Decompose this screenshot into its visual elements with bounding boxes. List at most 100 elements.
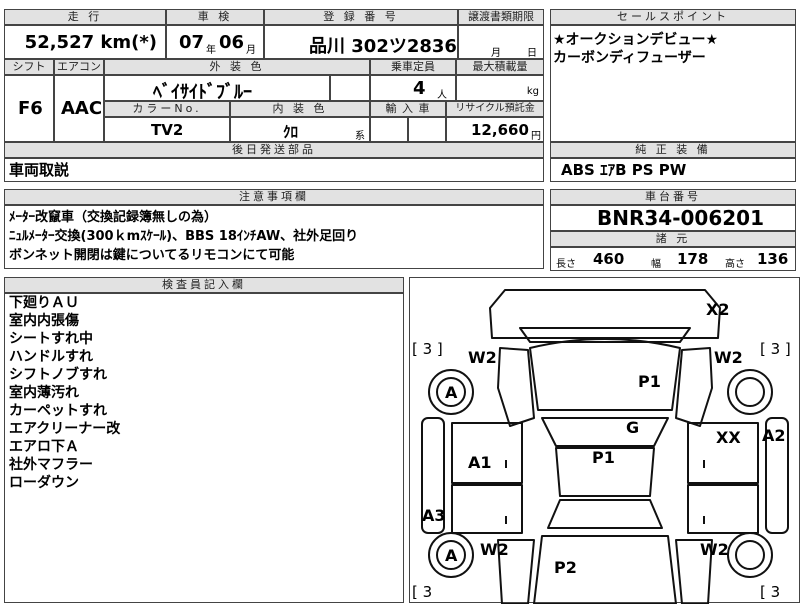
chassis-value: BNR34-006201 — [597, 206, 765, 230]
car-diagram-box: [ 3 ] [ 3 ] [ 3 [ 3 X2 W2 W2 A P1 G XX A… — [409, 277, 800, 604]
damage-mark-p1-roof: P1 — [592, 448, 615, 467]
later-parts-header: 後日発送部品 — [4, 142, 544, 158]
left-rear-door-outline — [451, 484, 523, 534]
length-value: 460 — [593, 250, 625, 268]
capacity-cell: 4 人 — [370, 75, 456, 101]
capacity-header: 乗車定員 — [370, 59, 456, 75]
length-label: 長さ — [556, 259, 576, 270]
shift-value: F6 — [18, 98, 43, 119]
damage-mark-a-rear: A — [445, 546, 458, 565]
specs-header: 諸 元 — [550, 231, 796, 247]
damage-mark-w2-rear-left: W2 — [480, 540, 509, 559]
interior-color-unit: 系 — [355, 131, 365, 142]
windshield-outline — [541, 417, 669, 447]
sales-point-line: ★オークションデビュー★ — [553, 32, 719, 48]
interior-color-header: 内 装 色 — [230, 101, 370, 117]
recycle-value: 12,660 — [471, 121, 529, 139]
max-load-cell: kg — [456, 75, 544, 101]
damage-mark-a-front: A — [445, 383, 458, 402]
inspector-line: ローダウン — [9, 475, 79, 491]
exterior-color-header: 外 装 色 — [104, 59, 370, 75]
exterior-color-cell: ﾍﾞｲｻｲﾄﾞﾌﾞﾙｰ — [104, 75, 330, 103]
damage-mark-p2: P2 — [554, 558, 577, 577]
caution-header: 注意事項欄 — [4, 189, 544, 205]
transfer-month-unit: 月 — [491, 48, 501, 59]
damage-mark-w2-rear-right: W2 — [700, 540, 729, 559]
color-no-header: カラーNo. — [104, 101, 230, 117]
width-value: 178 — [677, 250, 709, 268]
inspection-month-unit: 月 — [246, 45, 256, 56]
inspector-line: 下廻りＡＵ — [9, 295, 79, 311]
car-diagram — [421, 289, 789, 604]
damage-mark-w2-front-right: W2 — [714, 348, 743, 367]
import-header: 輸 入 車 — [370, 101, 446, 117]
recycle-header: リサイクル預託金 — [446, 101, 544, 117]
caution-line: ﾆｭﾙﾒｰﾀｰ交換(300ｋmｽｹｰﾙ)、BBS 18ｲﾝﾁAW、社外足回り — [9, 229, 359, 244]
chassis-box: BNR34-006201 — [550, 205, 796, 231]
tire-front-right-inner — [735, 377, 765, 407]
caution-box: ﾒｰﾀｰ改竄車（交換記録簿無しの為） ﾆｭﾙﾒｰﾀｰ交換(300ｋmｽｹｰﾙ)、… — [4, 205, 544, 269]
inspector-line: 室内内張傷 — [9, 313, 79, 329]
later-parts-box: 車両取説 — [4, 158, 544, 182]
sales-point-header: セールスポイント — [550, 9, 796, 25]
inspector-box: 下廻りＡＵ 室内内張傷 シートすれ中 ハンドルすれ シフトノブすれ 室内薄汚れ … — [4, 293, 404, 603]
tire-tread-front-left: [ 3 ] — [412, 340, 443, 358]
shift-header: シフト — [4, 59, 54, 75]
sales-point-line: カーボンディフューザー — [553, 50, 706, 66]
front-right-fender-outline — [675, 347, 713, 427]
rear-window-outline — [547, 499, 663, 529]
tire-rear-right-inner — [735, 540, 765, 570]
interior-color-cell: ｸﾛ 系 — [230, 117, 370, 142]
recycle-cell: 12,660 円 — [446, 117, 544, 142]
transfer-day-unit: 日 — [527, 48, 537, 59]
inspector-line: 社外マフラー — [9, 457, 93, 473]
tire-front-right — [727, 369, 773, 415]
ac-value: AAC — [61, 98, 103, 119]
damage-mark-x2: X2 — [706, 300, 730, 319]
recycle-unit: 円 — [531, 131, 541, 142]
max-load-header: 最大積載量 — [456, 59, 544, 75]
registration-cell: 品川 302ツ2836 — [264, 25, 458, 59]
shift-cell: F6 — [4, 75, 54, 142]
inspector-line: シートすれ中 — [9, 331, 93, 347]
ac-header: エアコン — [54, 59, 104, 75]
inspection-year: 07 — [179, 32, 205, 53]
tire-tread-rear-left: [ 3 — [412, 583, 433, 601]
transfer-header: 譲渡書類期限 — [458, 9, 544, 25]
standard-equipment-box: ABS ｴｱB PS PW — [550, 158, 796, 182]
front-bumper-outline — [489, 289, 721, 339]
import-cell-b — [408, 117, 446, 142]
damage-mark-a1: A1 — [468, 453, 492, 472]
transfer-cell: 月 日 — [458, 25, 544, 59]
standard-equipment-header: 純 正 装 備 — [550, 142, 796, 158]
import-cell-a — [370, 117, 408, 142]
color-no-value: TV2 — [151, 121, 184, 139]
max-load-unit: kg — [526, 86, 539, 97]
registration-value: 品川 302ツ2836 — [309, 36, 457, 57]
height-label: 高さ — [725, 259, 745, 270]
standard-equipment-value: ABS ｴｱB PS PW — [561, 161, 687, 179]
inspection-cell: 07 年 06 月 — [166, 25, 264, 59]
inspector-line: シフトノブすれ — [9, 367, 107, 383]
right-rear-door-outline — [687, 484, 759, 534]
tire-rear-right — [727, 532, 773, 578]
exterior-color-extra-cell — [330, 75, 370, 101]
color-no-cell: TV2 — [104, 117, 230, 142]
caution-line: ﾒｰﾀｰ改竄車（交換記録簿無しの為） — [9, 210, 218, 225]
damage-mark-p1-hood: P1 — [638, 372, 661, 391]
capacity-unit: 人 — [437, 90, 447, 101]
inspector-line: エアクリーナー改 — [9, 421, 121, 437]
inspection-header: 車 検 — [166, 9, 264, 25]
ac-cell: AAC — [54, 75, 104, 142]
damage-mark-w2-front-left: W2 — [468, 348, 497, 367]
inspector-line: ハンドルすれ — [9, 349, 93, 365]
tire-tread-front-right: [ 3 ] — [760, 340, 791, 358]
damage-mark-g: G — [626, 418, 640, 437]
interior-color-value: ｸﾛ — [283, 123, 299, 141]
damage-mark-a3: A3 — [422, 506, 446, 525]
capacity-value: 4 — [413, 78, 426, 99]
later-parts-value: 車両取説 — [9, 161, 70, 179]
registration-header: 登 録 番 号 — [264, 9, 458, 25]
caution-line: ボンネット開閉は鍵についてるリモコンにて可能 — [9, 248, 295, 263]
chassis-header: 車台番号 — [550, 189, 796, 205]
